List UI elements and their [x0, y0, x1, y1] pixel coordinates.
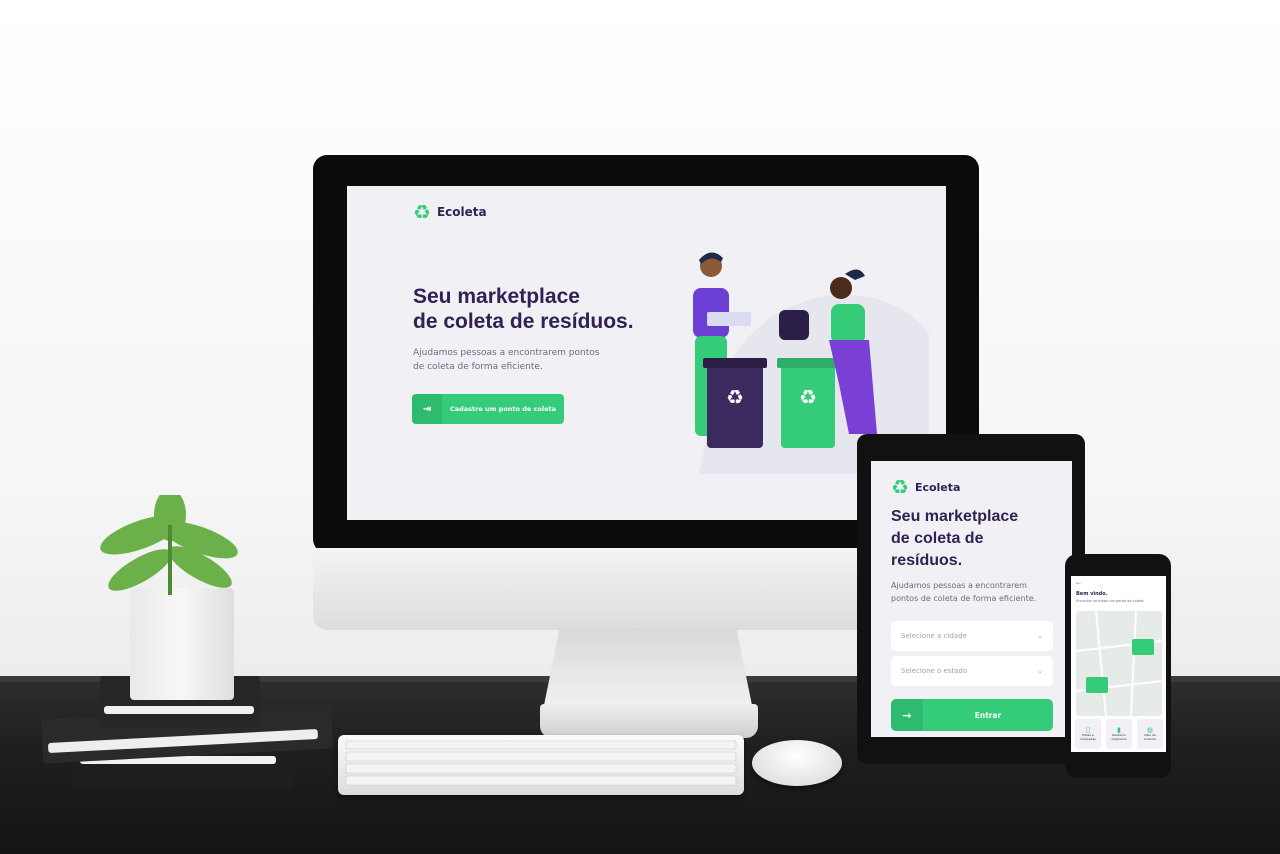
arrow-right-icon: → — [891, 699, 923, 731]
woman-hair — [845, 269, 865, 280]
map-roads — [1076, 611, 1162, 716]
mouse — [752, 740, 842, 786]
tablet-screen: ♻ Ecoleta Seu marketplace de coleta de r… — [871, 461, 1072, 737]
item-card-2-line2: Orgânicos — [1111, 737, 1127, 741]
tablet-description-line2: pontos de coleta de forma eficiente. — [891, 594, 1037, 603]
purple-bin-recycle-icon: ♻ — [726, 385, 744, 409]
hero-title-line1: Seu marketplace — [413, 285, 580, 308]
desktop-logo[interactable]: ♻ Ecoleta — [413, 202, 487, 222]
phone-greeting: Bem vindo. — [1076, 591, 1108, 597]
hero-description-line1: Ajudamos pessoas a encontrarem pontos — [413, 348, 600, 358]
hero-title-line2: de coleta de resíduos. — [413, 310, 634, 333]
state-select[interactable]: Selecione o estado ⌄ — [891, 656, 1053, 686]
hero-description: Ajudamos pessoas a encontrarem pontos de… — [413, 346, 613, 374]
item-card-1[interactable]: ▯ Pilhas e Lâmpadas — [1075, 719, 1101, 749]
map-marker-2[interactable] — [1086, 677, 1108, 693]
city-select[interactable]: Selecione a cidade ⌄ — [891, 621, 1053, 651]
chevron-down-icon: ⌄ — [1037, 632, 1043, 640]
woman-shirt — [831, 304, 865, 344]
hero-description-line2: de coleta de forma eficiente. — [413, 362, 543, 372]
arrow-left-icon[interactable]: ← — [1076, 580, 1081, 587]
tablet-title-line2: de coleta de — [891, 530, 984, 547]
chevron-down-icon: ⌄ — [1037, 667, 1043, 675]
recycle-icon: ♻ — [413, 200, 431, 224]
plant-leaves-icon — [100, 495, 238, 595]
tablet-logo[interactable]: ♻ Ecoleta — [891, 477, 960, 497]
dark-jug — [779, 310, 809, 340]
tablet-description: Ajudamos pessoas a encontrarem pontos de… — [891, 579, 1061, 605]
book-top-pages — [104, 706, 254, 714]
logo-text: Ecoleta — [914, 480, 961, 494]
phone-subtitle: Encontre no mapa um ponto de coleta. — [1076, 599, 1145, 603]
state-select-placeholder: Selecione o estado — [901, 667, 968, 675]
woman-head — [830, 277, 852, 299]
paper-stack — [707, 312, 751, 326]
hero-title: Seu marketplace de coleta de resíduos. — [413, 284, 673, 334]
imac-stand-neck — [543, 628, 753, 710]
green-bin-lid — [777, 358, 839, 368]
logo-text: Ecoleta — [436, 205, 487, 219]
keyboard-keys — [345, 740, 737, 786]
item-card-3[interactable]: ◍ Óleo de Cozinha — [1137, 719, 1163, 749]
register-point-label: Cadastre um ponto de coleta — [449, 405, 557, 413]
item-card-2[interactable]: ▮ Resíduos Orgânicos — [1106, 719, 1132, 749]
sign-in-icon: ⇥ — [412, 394, 442, 424]
phone-map[interactable] — [1076, 611, 1162, 716]
register-point-button[interactable]: ⇥ Cadastre um ponto de coleta — [412, 394, 564, 424]
item-card-3-line2: Cozinha — [1144, 737, 1156, 741]
item-card-1-line2: Lâmpadas — [1080, 737, 1096, 741]
phone-items-list: ▯ Pilhas e Lâmpadas ▮ Resíduos Orgânicos… — [1075, 719, 1163, 749]
recycle-icon: ♻ — [891, 475, 909, 499]
enter-button[interactable]: → Entrar — [891, 699, 1053, 731]
phone-screen: ← Bem vindo. Encontre no mapa um ponto d… — [1071, 576, 1166, 752]
tablet-title-line3: resíduos. — [891, 552, 963, 569]
imac-stand-foot — [540, 704, 758, 738]
tablet-title: Seu marketplace de coleta de resíduos. — [891, 506, 1061, 572]
enter-button-label: Entrar — [974, 710, 1002, 720]
green-bin-recycle-icon: ♻ — [799, 385, 817, 409]
map-marker-1[interactable] — [1132, 639, 1154, 655]
keyboard — [338, 735, 744, 795]
city-select-placeholder: Selecione a cidade — [901, 632, 967, 640]
tablet-title-line1: Seu marketplace — [891, 508, 1019, 525]
purple-bin-lid — [703, 358, 767, 368]
tablet-description-line1: Ajudamos pessoas a encontrarem — [891, 581, 1027, 590]
